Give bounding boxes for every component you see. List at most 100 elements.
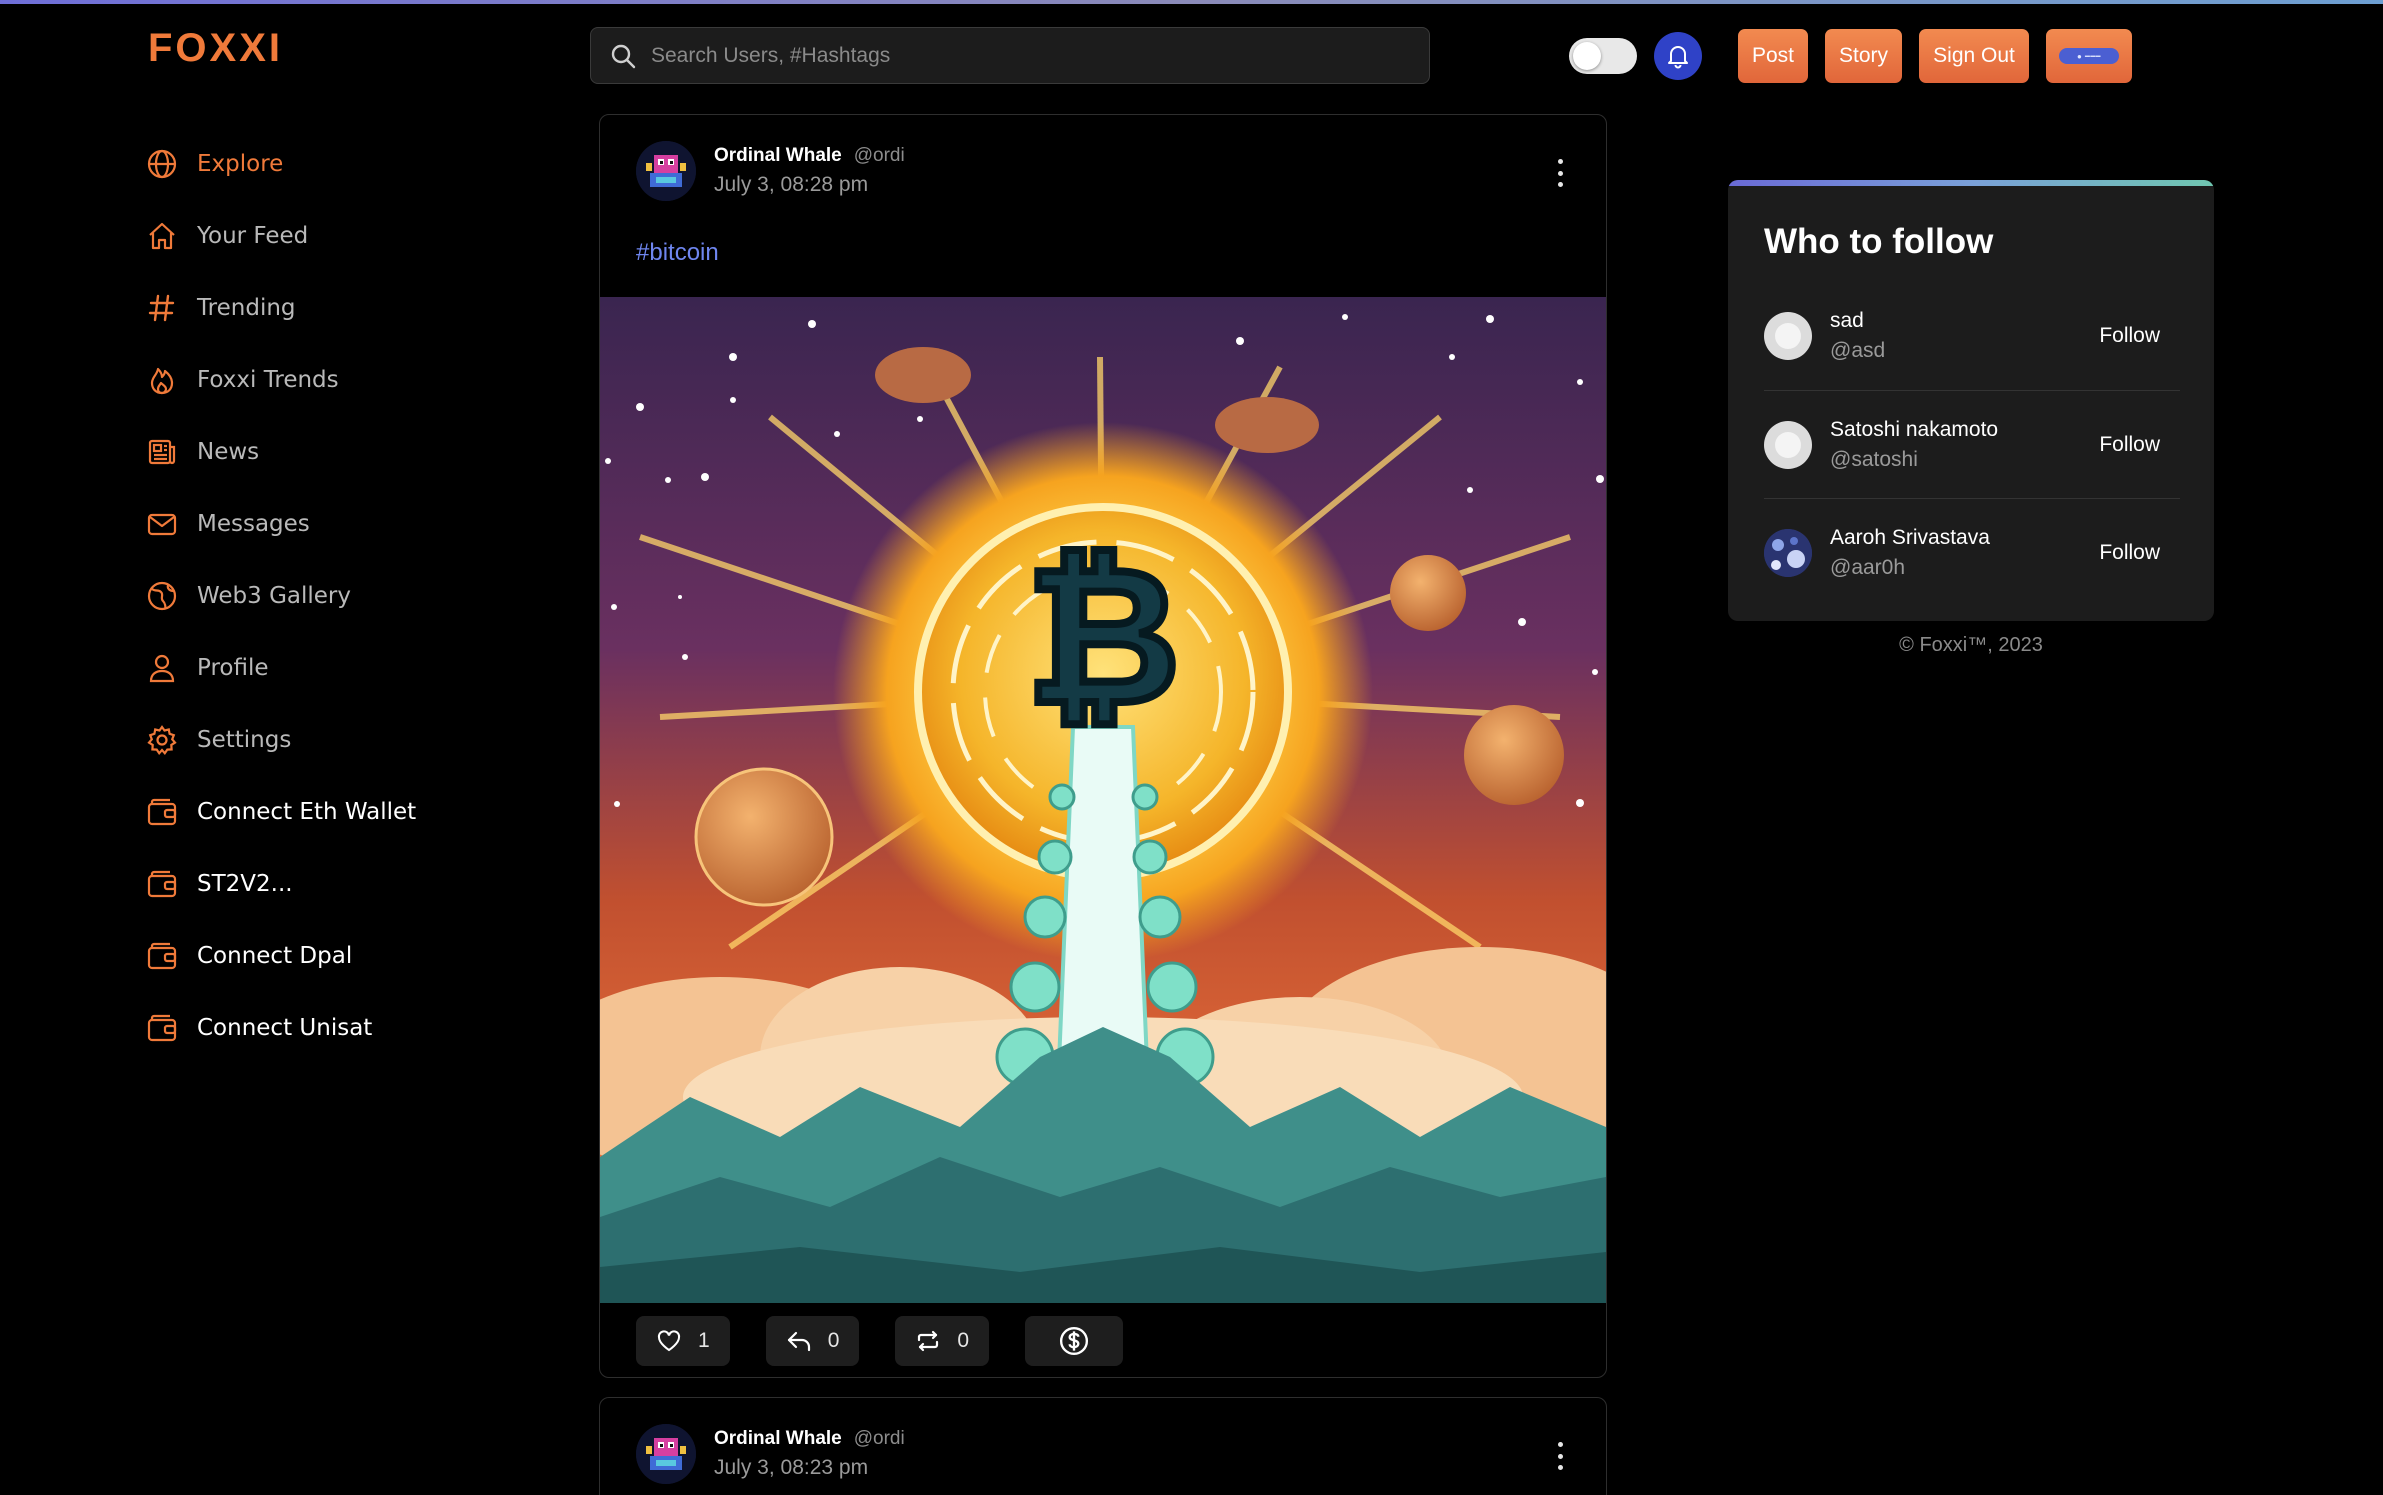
wallet-badge-button[interactable]: ● ━━━ <box>2046 29 2132 83</box>
wallet-icon <box>145 1011 179 1045</box>
sidebar-item-connect-unisat[interactable]: Connect Unisat <box>145 992 565 1064</box>
suggestion-name[interactable]: Aaroh Srivastava <box>1830 526 2099 550</box>
feed-post: Ordinal Whale @ordi July 3, 08:28 pm #bi… <box>599 114 1607 1378</box>
top-accent-bar <box>0 0 2383 4</box>
heart-icon <box>657 1330 681 1352</box>
sidebar-item-your-feed[interactable]: Your Feed <box>145 200 565 272</box>
wallet-icon <box>145 867 179 901</box>
sidebar-item-label: ST2V2... <box>197 871 293 897</box>
sidebar-item-label: Connect Eth Wallet <box>197 799 417 825</box>
who-to-follow-panel: Who to follow sad @asd Follow Satoshi na… <box>1728 180 2214 621</box>
sidebar-item-connect-dpal[interactable]: Connect Dpal <box>145 920 565 992</box>
post-header: Ordinal Whale @ordi July 3, 08:28 pm <box>636 141 905 201</box>
post-actions: 1 0 0 <box>636 1316 1159 1366</box>
sidebar-item-label: Profile <box>197 655 269 681</box>
follow-suggestion: Satoshi nakamoto @satoshi Follow <box>1764 390 2180 498</box>
app-logo[interactable]: FOXXI <box>148 26 283 71</box>
sidebar-item-label: Connect Unisat <box>197 1015 373 1041</box>
newspaper-icon <box>145 435 179 469</box>
sidebar: Explore Your Feed Trending Foxxi Trends … <box>145 128 565 1064</box>
suggestion-name[interactable]: sad <box>1830 309 2099 333</box>
sidebar-item-label: Trending <box>197 295 296 321</box>
sidebar-item-label: Settings <box>197 727 292 753</box>
like-count: 1 <box>698 1329 710 1352</box>
sidebar-item-label: Your Feed <box>197 223 309 249</box>
search-bar[interactable] <box>590 27 1430 84</box>
post-author-name[interactable]: Ordinal Whale <box>714 1428 842 1450</box>
notifications-button[interactable] <box>1654 32 1702 80</box>
like-button[interactable]: 1 <box>636 1316 730 1366</box>
post-author-handle[interactable]: @ordi <box>854 145 905 167</box>
sidebar-item-web3-gallery[interactable]: Web3 Gallery <box>145 560 565 632</box>
reply-count: 0 <box>827 1329 840 1352</box>
flame-icon <box>145 363 179 397</box>
post-author-name[interactable]: Ordinal Whale <box>714 145 842 167</box>
sidebar-item-messages[interactable]: Messages <box>145 488 565 560</box>
repost-button[interactable]: 0 <box>895 1316 990 1366</box>
story-button[interactable]: Story <box>1825 29 1902 83</box>
avatar[interactable] <box>1764 312 1812 360</box>
toggle-knob <box>1573 42 1601 70</box>
bell-icon <box>1668 46 1688 69</box>
post-timestamp: July 3, 08:28 pm <box>714 173 869 196</box>
follow-button[interactable]: Follow <box>2099 433 2160 457</box>
avatar[interactable] <box>1764 528 1812 577</box>
feed-post: Ordinal Whale @ordi July 3, 08:23 pm <box>599 1397 1607 1495</box>
search-input[interactable] <box>651 43 1411 68</box>
follow-suggestion: Aaroh Srivastava @aar0h Follow <box>1764 498 2180 606</box>
avatar[interactable] <box>1764 420 1812 469</box>
sidebar-item-connect-eth-wallet[interactable]: Connect Eth Wallet <box>145 776 565 848</box>
follow-button[interactable]: Follow <box>2099 541 2160 565</box>
avatar[interactable] <box>636 141 696 201</box>
reply-icon <box>787 1331 810 1352</box>
sign-out-button[interactable]: Sign Out <box>1919 29 2029 83</box>
post-header: Ordinal Whale @ordi July 3, 08:23 pm <box>636 1424 905 1484</box>
post-author-handle[interactable]: @ordi <box>854 1428 905 1450</box>
suggestion-name[interactable]: Satoshi nakamoto <box>1830 418 2099 442</box>
wallet-badge-logo: ● ━━━ <box>2059 48 2119 64</box>
hash-icon <box>145 291 179 325</box>
globe-icon <box>145 147 179 181</box>
sidebar-item-label: Messages <box>197 511 310 537</box>
sidebar-item-label: Foxxi Trends <box>197 367 339 393</box>
tip-button[interactable] <box>1025 1316 1124 1366</box>
who-to-follow-title: Who to follow <box>1764 222 1994 261</box>
dollar-icon <box>1060 1326 1089 1356</box>
sidebar-item-explore[interactable]: Explore <box>145 128 565 200</box>
sidebar-item-profile[interactable]: Profile <box>145 632 565 704</box>
post-hashtag[interactable]: #bitcoin <box>636 239 719 267</box>
home-icon <box>145 219 179 253</box>
svg-text:₿: ₿ <box>1026 526 1181 747</box>
copyright-text: © Foxxi™, 2023 <box>1899 634 2043 656</box>
repost-icon <box>918 1330 939 1352</box>
bitcoin-rocket-illustration: ₿ <box>600 297 1606 1303</box>
sidebar-item-st2v2-wallet[interactable]: ST2V2... <box>145 848 565 920</box>
sidebar-item-settings[interactable]: Settings <box>145 704 565 776</box>
sidebar-item-trending[interactable]: Trending <box>145 272 565 344</box>
sidebar-item-label: News <box>197 439 260 465</box>
sidebar-item-foxxi-trends[interactable]: Foxxi Trends <box>145 344 565 416</box>
wallet-icon <box>145 795 179 829</box>
wallet-icon <box>145 939 179 973</box>
theme-toggle[interactable] <box>1569 38 1637 74</box>
sidebar-item-label: Web3 Gallery <box>197 583 352 609</box>
panel-accent-bar <box>1728 180 2214 186</box>
web3-icon <box>145 579 179 613</box>
sidebar-item-label: Connect Dpal <box>197 943 353 969</box>
avatar[interactable] <box>636 1424 696 1484</box>
follow-button[interactable]: Follow <box>2099 324 2160 348</box>
sidebar-item-news[interactable]: News <box>145 416 565 488</box>
reply-button[interactable]: 0 <box>765 1316 860 1366</box>
user-icon <box>145 651 179 685</box>
suggestion-handle: @asd <box>1830 339 1886 362</box>
post-button[interactable]: Post <box>1738 29 1808 83</box>
search-icon <box>611 44 636 68</box>
more-options-icon[interactable] <box>1554 159 1566 187</box>
repost-count: 0 <box>957 1329 970 1352</box>
suggestion-handle: @satoshi <box>1830 447 1918 471</box>
post-image[interactable]: ₿ <box>600 297 1606 1303</box>
follow-suggestion: sad @asd Follow <box>1764 282 2180 390</box>
mail-icon <box>145 507 179 541</box>
more-options-icon[interactable] <box>1554 1442 1566 1470</box>
sidebar-item-label: Explore <box>197 151 284 177</box>
